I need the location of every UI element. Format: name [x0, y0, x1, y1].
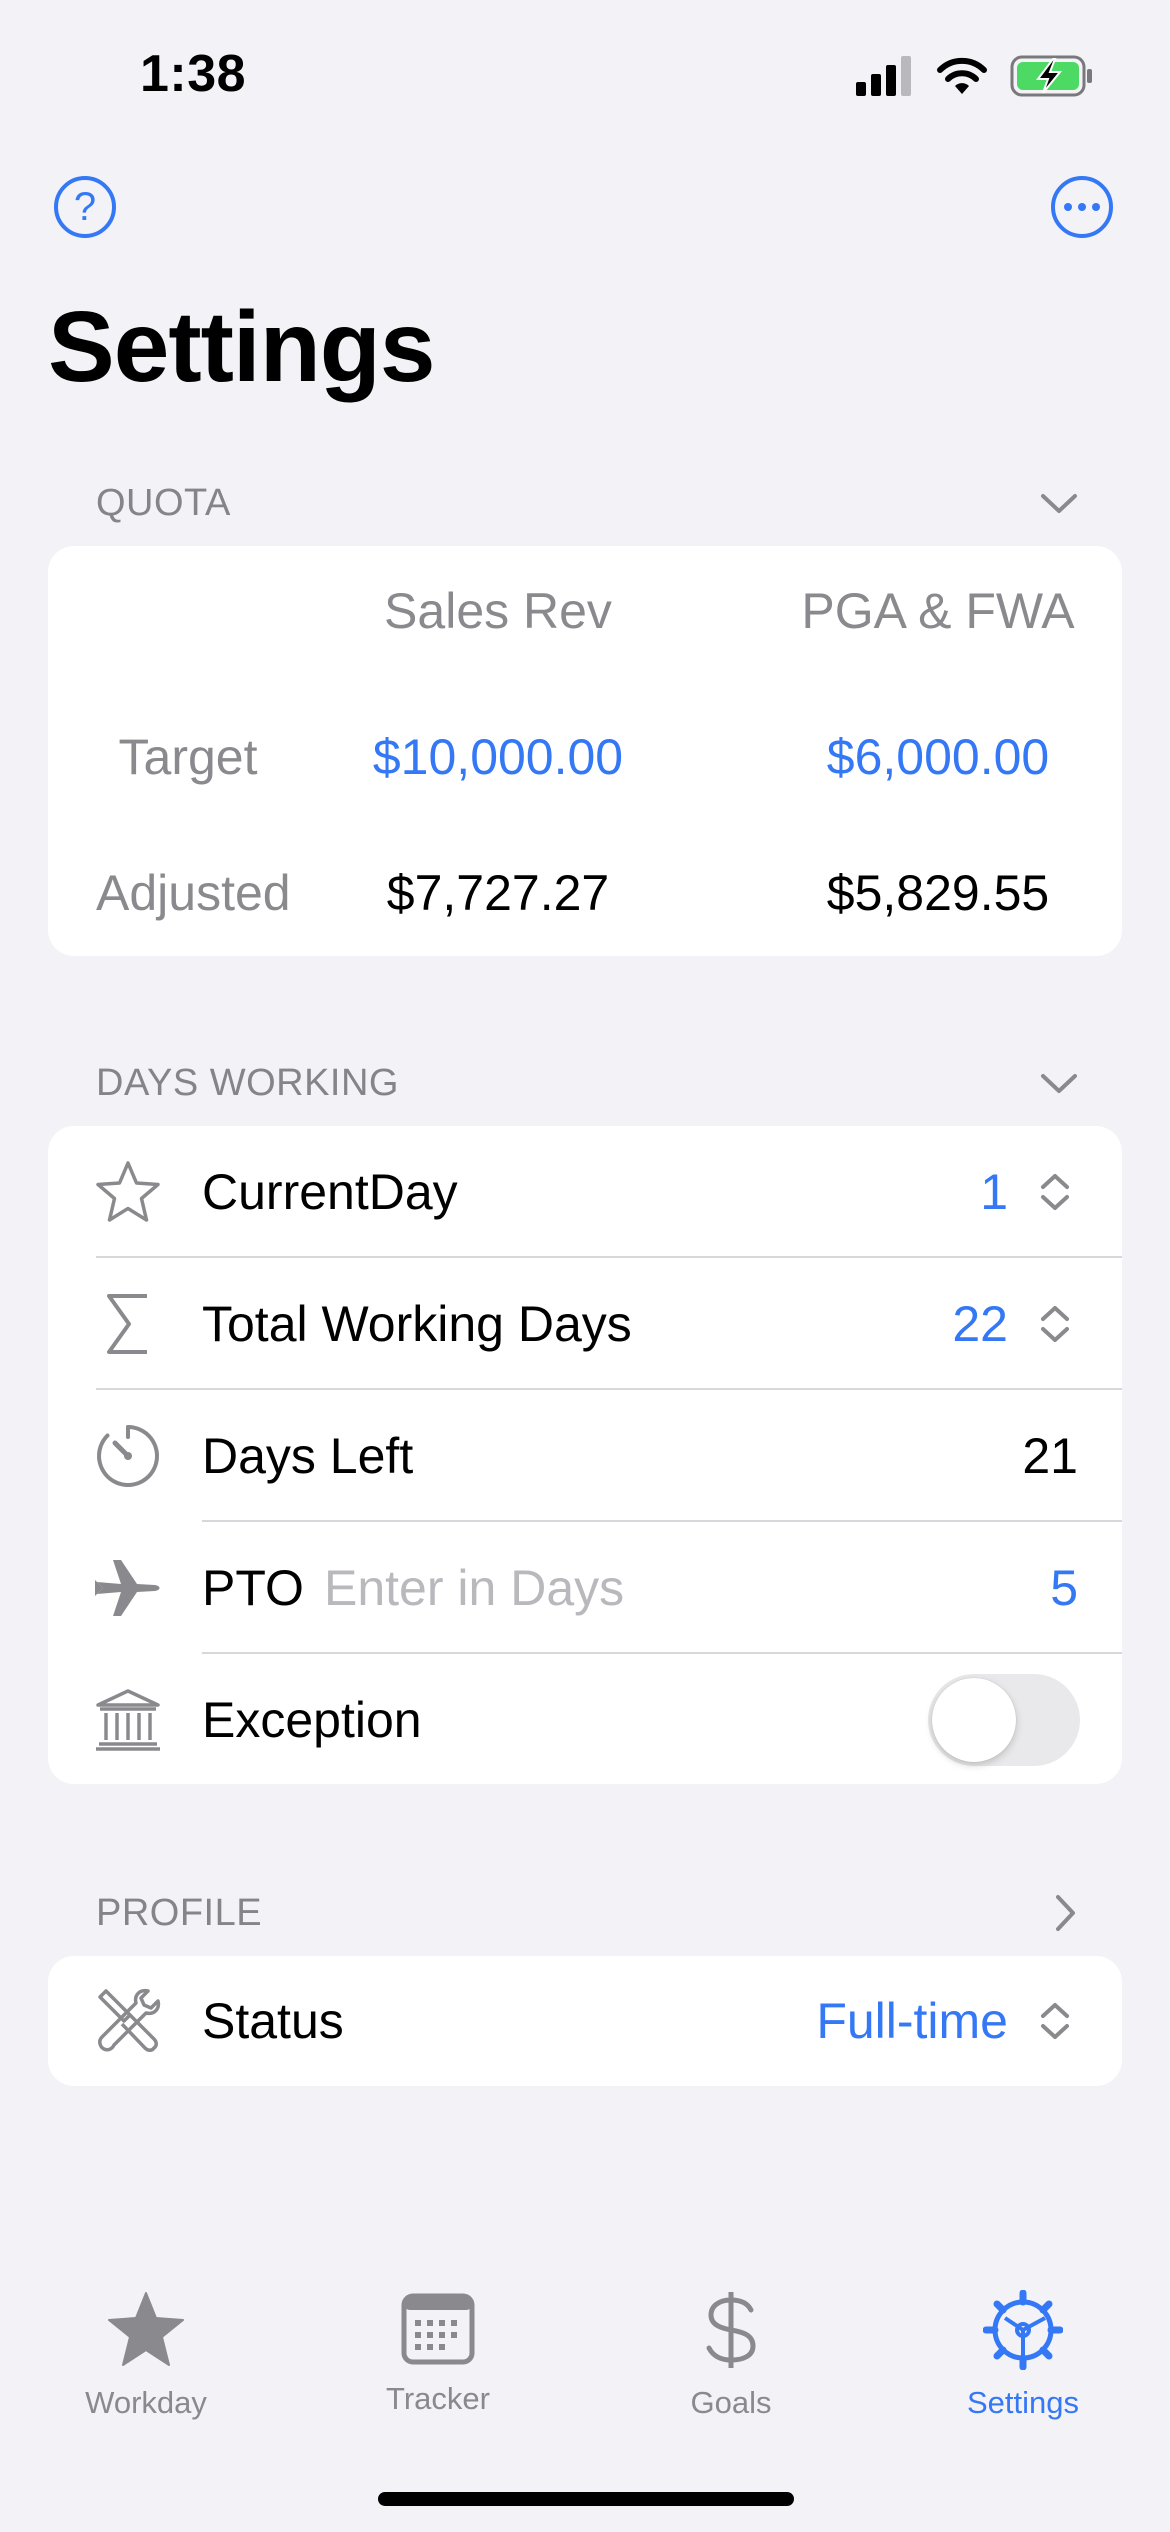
current-day-label: CurrentDay: [202, 1163, 458, 1220]
more-options-button[interactable]: [1051, 176, 1113, 238]
sigma-icon: [92, 1288, 164, 1360]
bank-icon: [92, 1684, 164, 1756]
calendar-icon: [401, 2293, 475, 2365]
profile-card: Status Full-time: [48, 1956, 1122, 2086]
stepper-up-down-icon[interactable]: [1038, 1304, 1072, 1344]
total-working-days-label: Total Working Days: [202, 1295, 632, 1352]
tab-settings[interactable]: Settings: [913, 2289, 1133, 2421]
tab-workday[interactable]: Workday: [36, 2290, 256, 2421]
tab-label: Settings: [966, 2385, 1079, 2420]
pto-input[interactable]: [324, 1558, 774, 1617]
tab-label: Goals: [690, 2385, 772, 2420]
status-row[interactable]: Status Full-time: [48, 1956, 1122, 2086]
airplane-icon: [92, 1552, 164, 1624]
exception-toggle[interactable]: [928, 1673, 1080, 1766]
quota-collapse-button[interactable]: [1040, 492, 1078, 521]
toggle-knob: [932, 1677, 1016, 1762]
quota-card: Sales Rev PGA & FWA Target $10,000.00 $6…: [48, 546, 1122, 956]
dollar-icon: [706, 2292, 756, 2368]
quota-column-sales-rev: Sales Rev: [384, 583, 612, 639]
days-left-row: Days Left 21: [48, 1390, 1122, 1521]
gear-icon: [982, 2289, 1064, 2371]
tab-goals[interactable]: Goals: [621, 2290, 841, 2421]
pto-value[interactable]: 5: [1050, 1559, 1078, 1617]
current-day-row[interactable]: CurrentDay 1: [48, 1126, 1122, 1257]
home-indicator[interactable]: [378, 2492, 794, 2506]
pto-row[interactable]: PTO 5: [48, 1522, 1122, 1653]
battery-charging-icon: [1010, 55, 1092, 97]
timer-icon: [92, 1420, 164, 1492]
status-value[interactable]: Full-time: [816, 1992, 1008, 2050]
pto-label: PTO: [202, 1559, 304, 1616]
days-working-collapse-button[interactable]: [1040, 1072, 1078, 1101]
days-working-section-header: DAYS WORKING: [96, 1062, 399, 1104]
profile-section-header: PROFILE: [96, 1892, 263, 1934]
total-working-days-value[interactable]: 22: [952, 1295, 1008, 1353]
tab-label: Workday: [85, 2385, 207, 2420]
chevron-right-icon: [1056, 1895, 1075, 1931]
chevron-down-icon: [1041, 494, 1077, 513]
ellipsis-icon: [1061, 203, 1103, 211]
tab-tracker[interactable]: Tracker: [328, 2290, 548, 2417]
tools-icon: [92, 1985, 164, 2057]
exception-row: Exception: [48, 1654, 1122, 1785]
chevron-down-icon: [1041, 1074, 1077, 1093]
cellular-signal-icon: [856, 56, 911, 96]
profile-expand-button[interactable]: [1054, 1894, 1078, 1937]
status-time: 1:38: [140, 45, 247, 103]
exception-label: Exception: [202, 1691, 422, 1748]
adjusted-pga-fwa-value: $5,829.55: [826, 865, 1050, 921]
adjusted-sales-rev-value: $7,727.27: [386, 865, 610, 921]
stepper-up-down-icon[interactable]: [1038, 1172, 1072, 1212]
status-label: Status: [202, 1993, 344, 2049]
star-fill-icon: [108, 2292, 184, 2366]
question-mark-icon: ?: [73, 184, 97, 229]
status-icons: [856, 52, 1094, 100]
star-icon: [92, 1156, 164, 1228]
current-day-value[interactable]: 1: [980, 1163, 1008, 1221]
adjusted-label: Adjusted: [96, 865, 291, 921]
stepper-up-down-icon[interactable]: [1038, 2001, 1072, 2041]
total-working-days-row[interactable]: Total Working Days 22: [48, 1258, 1122, 1389]
days-left-value: 21: [1022, 1427, 1078, 1484]
quota-column-pga-fwa: PGA & FWA: [801, 583, 1075, 639]
target-label: Target: [118, 729, 258, 785]
target-pga-fwa-value[interactable]: $6,000.00: [738, 728, 1138, 786]
help-button[interactable]: ?: [54, 176, 116, 238]
page-title: Settings: [48, 291, 435, 403]
days-left-label: Days Left: [202, 1427, 414, 1484]
quota-section-header: QUOTA: [96, 482, 231, 524]
days-working-card: CurrentDay 1 Total Working Days 22 Days …: [48, 1126, 1122, 1784]
tab-label: Tracker: [386, 2381, 490, 2416]
wifi-icon: [937, 57, 987, 94]
target-sales-rev-value[interactable]: $10,000.00: [298, 728, 698, 786]
